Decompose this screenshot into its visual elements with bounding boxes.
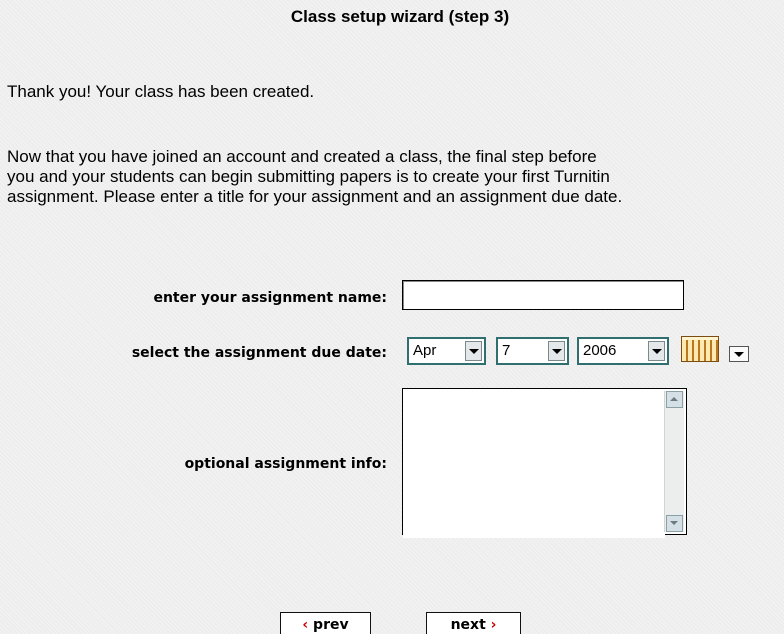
wizard-page: Class setup wizard (step 3) Thank you! Y…: [0, 0, 784, 634]
calendar-picker-button[interactable]: [681, 336, 751, 368]
dropdown-arrow-icon[interactable]: [465, 341, 482, 361]
due-day-value: 7: [502, 342, 511, 359]
next-button-label: next: [450, 617, 486, 633]
assignment-info-textarea[interactable]: [403, 389, 665, 538]
textarea-scrollbar[interactable]: [664, 391, 684, 532]
prev-button[interactable]: ‹ prev: [280, 612, 371, 634]
instructions-line: assignment. Please enter a title for you…: [7, 187, 623, 206]
assignment-info-label: optional assignment info:: [184, 456, 387, 472]
due-year-value: 2006: [583, 342, 617, 359]
instructions-line: Now that you have joined an account and …: [7, 147, 597, 166]
calendar-icon[interactable]: [681, 336, 719, 362]
due-day-select[interactable]: 7: [496, 337, 569, 365]
chevron-left-icon: ‹: [302, 617, 309, 633]
instructions-line: you and your students can begin submitti…: [7, 167, 610, 186]
chevron-down-icon[interactable]: [729, 346, 749, 362]
instructions-paragraph: Now that you have joined an account and …: [7, 147, 622, 207]
success-message: Thank you! Your class has been created.: [7, 82, 315, 101]
dropdown-arrow-icon[interactable]: [548, 341, 565, 361]
assignment-info-field[interactable]: [402, 388, 687, 538]
prev-button-label: prev: [313, 617, 349, 633]
assignment-name-input[interactable]: [402, 280, 684, 310]
next-button[interactable]: next ›: [426, 612, 521, 634]
scroll-up-icon[interactable]: [666, 391, 683, 408]
page-title: Class setup wizard (step 3): [290, 7, 510, 26]
assignment-name-label: enter your assignment name:: [153, 290, 387, 306]
due-month-value: Apr: [413, 342, 437, 359]
scroll-down-icon[interactable]: [666, 515, 683, 532]
chevron-right-icon: ›: [490, 617, 497, 633]
dropdown-arrow-icon[interactable]: [648, 341, 665, 361]
due-date-label: select the assignment due date:: [131, 345, 387, 361]
due-year-select[interactable]: 2006: [577, 337, 669, 365]
due-month-select[interactable]: Apr: [407, 337, 486, 365]
